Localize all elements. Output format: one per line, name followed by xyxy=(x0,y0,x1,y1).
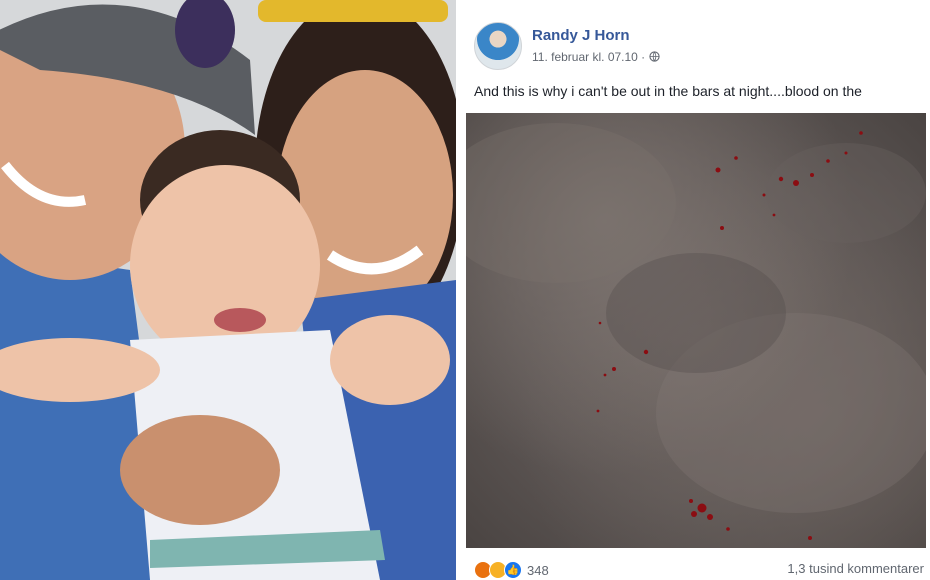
timestamp-text: 11. februar kl. 07.10 · xyxy=(532,49,646,64)
post-timestamp[interactable]: 11. februar kl. 07.10 · xyxy=(532,48,660,66)
post-meta: Randy J Horn 11. februar kl. 07.10 · xyxy=(532,27,660,66)
author-avatar[interactable] xyxy=(474,22,522,70)
post-header: Randy J Horn 11. februar kl. 07.10 · xyxy=(474,22,660,70)
reaction-summary[interactable]: 👍 348 xyxy=(474,561,549,579)
comment-count-link[interactable]: 1,3 tusind kommentarer xyxy=(787,561,924,576)
like-reaction-icon: 👍 xyxy=(504,561,522,579)
post-photo[interactable] xyxy=(466,113,926,548)
post-caption: And this is why i can't be out in the ba… xyxy=(474,83,862,99)
author-name[interactable]: Randy J Horn xyxy=(532,27,660,45)
floor-blood-illustration xyxy=(466,123,926,540)
divider xyxy=(456,0,464,580)
globe-icon xyxy=(649,51,660,62)
facebook-post: Randy J Horn 11. februar kl. 07.10 · And… xyxy=(464,0,930,580)
family-photo-illustration xyxy=(0,0,456,580)
family-photo xyxy=(0,0,456,580)
reaction-count: 348 xyxy=(527,562,549,578)
